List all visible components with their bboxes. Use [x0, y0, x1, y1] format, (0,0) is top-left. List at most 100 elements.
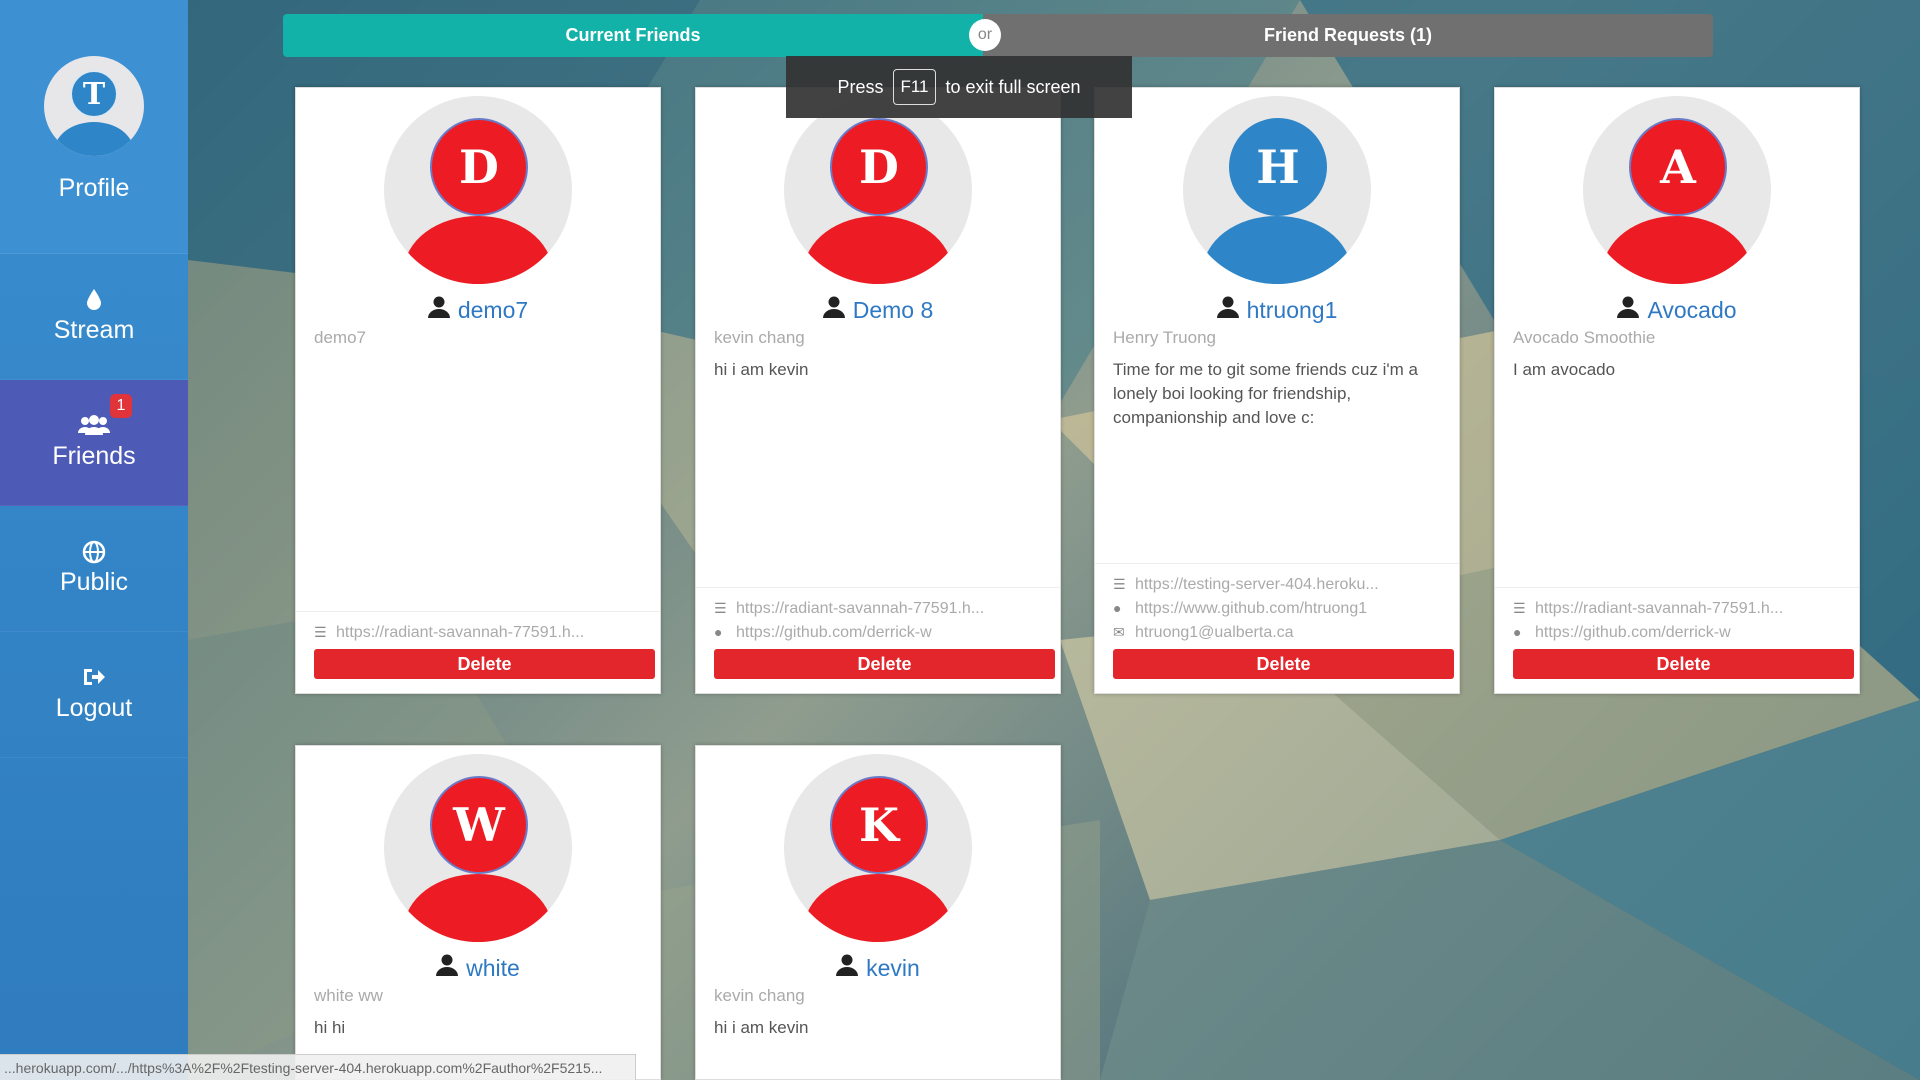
sidebar-item-logout[interactable]: Logout [0, 632, 188, 758]
friend-username: htruong1 [1246, 296, 1338, 323]
envelope-icon: ✉ [1113, 624, 1125, 640]
avatar-initial: A [1629, 118, 1727, 216]
friend-card: A Avocado Avocado Smoothie I am avocado … [1494, 87, 1860, 694]
delete-friend-button[interactable]: Delete [1513, 649, 1854, 679]
friend-avatar: D [784, 96, 972, 284]
server-icon: ☰ [1513, 600, 1526, 616]
friend-card: D Demo 8 kevin chang hi i am kevin ☰ http… [695, 87, 1061, 694]
user-icon [822, 296, 845, 324]
sidebar-item-friends[interactable]: 1 Friends [0, 380, 188, 506]
server-link[interactable]: ☰ https://testing-server-404.heroku... [1113, 572, 1441, 596]
toast-key: F11 [893, 69, 936, 105]
avatar-body-shape [1603, 216, 1751, 284]
friend-avatar: D [384, 96, 572, 284]
github-url: https://github.com/derrick-w [736, 624, 932, 641]
tab-friend-requests[interactable]: Friend Requests (1) [983, 14, 1713, 57]
friend-username: white [466, 954, 520, 981]
friend-links: ☰ https://radiant-savannah-77591.h... [296, 611, 660, 644]
friend-avatar: W [384, 754, 572, 942]
user-icon [1216, 296, 1239, 324]
user-icon [836, 954, 859, 982]
friend-card: K kevin kevin chang hi i am kevin [695, 745, 1061, 1080]
user-icon [1617, 296, 1640, 324]
friend-display-name: white ww [314, 986, 383, 1005]
sidebar: T Profile Stream 1 Friends Public Logout [0, 0, 188, 1080]
friend-username-link[interactable]: white [296, 954, 660, 982]
sidebar-item-label: Public [59, 568, 129, 596]
friend-username-link[interactable]: htruong1 [1095, 296, 1459, 324]
avatar-body-shape [804, 874, 952, 942]
github-url: https://github.com/derrick-w [1535, 624, 1731, 641]
server-icon: ☰ [314, 624, 327, 640]
sidebar-item-label: Stream [53, 316, 135, 344]
avatar-body-shape [804, 216, 952, 284]
profile-avatar: T [44, 56, 144, 156]
email-link[interactable]: ✉ htruong1@ualberta.ca [1113, 620, 1441, 644]
friend-username-link[interactable]: Avocado [1495, 296, 1859, 324]
friend-bio: hi i am kevin [714, 1018, 809, 1037]
notification-badge: 1 [110, 394, 132, 418]
github-icon: ● [1513, 624, 1522, 640]
friend-username-link[interactable]: Demo 8 [696, 296, 1060, 324]
friend-username: Demo 8 [852, 296, 934, 323]
fullscreen-toast: Press F11 to exit full screen [786, 56, 1132, 118]
server-link[interactable]: ☰ https://radiant-savannah-77591.h... [1513, 596, 1841, 620]
delete-friend-button[interactable]: Delete [1113, 649, 1454, 679]
friend-bio: Time for me to git some friends cuz i'm … [1113, 360, 1418, 427]
drop-icon [85, 288, 103, 316]
github-link[interactable]: ● https://github.com/derrick-w [1513, 620, 1841, 644]
sidebar-item-label: Profile [58, 174, 130, 202]
globe-icon [82, 540, 106, 568]
delete-friend-button[interactable]: Delete [714, 649, 1055, 679]
sidebar-item-profile[interactable]: T Profile [0, 0, 188, 254]
friend-avatar: A [1583, 96, 1771, 284]
friend-display-name: Henry Truong [1113, 328, 1216, 347]
avatar-initial: W [430, 776, 528, 874]
avatar-initial: D [830, 118, 928, 216]
friend-card: D demo7 demo7 ☰ https://radiant-savannah-… [295, 87, 661, 694]
sign-out-icon [82, 666, 106, 694]
avatar-initial: K [830, 776, 928, 874]
sidebar-item-stream[interactable]: Stream [0, 254, 188, 380]
friend-links: ☰ https://radiant-savannah-77591.h... ● ht… [696, 587, 1060, 644]
tab-current-friends[interactable]: Current Friends [283, 14, 983, 57]
toast-text-pre: Press [837, 76, 884, 97]
avatar-body-shape [1203, 216, 1351, 284]
github-icon: ● [714, 624, 723, 640]
avatar-body-shape [404, 874, 552, 942]
avatar-initial: D [430, 118, 528, 216]
avatar-initial: T [70, 70, 118, 118]
friend-card: H htruong1 Henry Truong Time for me to g… [1094, 87, 1460, 694]
server-url: https://radiant-savannah-77591.h... [736, 600, 985, 617]
users-icon [77, 414, 111, 442]
server-link[interactable]: ☰ https://radiant-savannah-77591.h... [314, 620, 642, 644]
github-link[interactable]: ● https://github.com/derrick-w [714, 620, 1042, 644]
github-url: https://www.github.com/htruong1 [1135, 600, 1368, 617]
friend-card: W white white ww hi hi [295, 745, 661, 1080]
toast-text-post: to exit full screen [945, 76, 1081, 97]
friend-links: ☰ https://radiant-savannah-77591.h... ● ht… [1495, 587, 1859, 644]
friend-username: demo7 [457, 296, 529, 323]
friend-display-name: demo7 [314, 328, 366, 347]
friend-username: kevin [866, 954, 920, 981]
friend-display-name: kevin chang [714, 328, 805, 347]
github-icon: ● [1113, 600, 1122, 616]
delete-friend-button[interactable]: Delete [314, 649, 655, 679]
friend-username-link[interactable]: kevin [696, 954, 1060, 982]
server-icon: ☰ [714, 600, 727, 616]
server-icon: ☰ [1113, 576, 1126, 592]
server-link[interactable]: ☰ https://radiant-savannah-77591.h... [714, 596, 1042, 620]
sidebar-item-label: Friends [52, 442, 136, 470]
github-link[interactable]: ● https://www.github.com/htruong1 [1113, 596, 1441, 620]
friend-username-link[interactable]: demo7 [296, 296, 660, 324]
friend-bio: hi hi [314, 1018, 346, 1037]
status-url-bar: ...herokuapp.com/.../https%3A%2F%2Ftesti… [0, 1054, 636, 1080]
server-url: https://radiant-savannah-77591.h... [336, 624, 585, 641]
friend-display-name: Avocado Smoothie [1513, 328, 1656, 347]
user-icon [427, 296, 450, 324]
or-separator: or [969, 19, 1001, 51]
friends-tabs: Current Friends Friend Requests (1) or [283, 14, 1713, 57]
friend-bio: I am avocado [1513, 360, 1616, 379]
sidebar-item-public[interactable]: Public [0, 506, 188, 632]
email-address: htruong1@ualberta.ca [1135, 624, 1294, 641]
